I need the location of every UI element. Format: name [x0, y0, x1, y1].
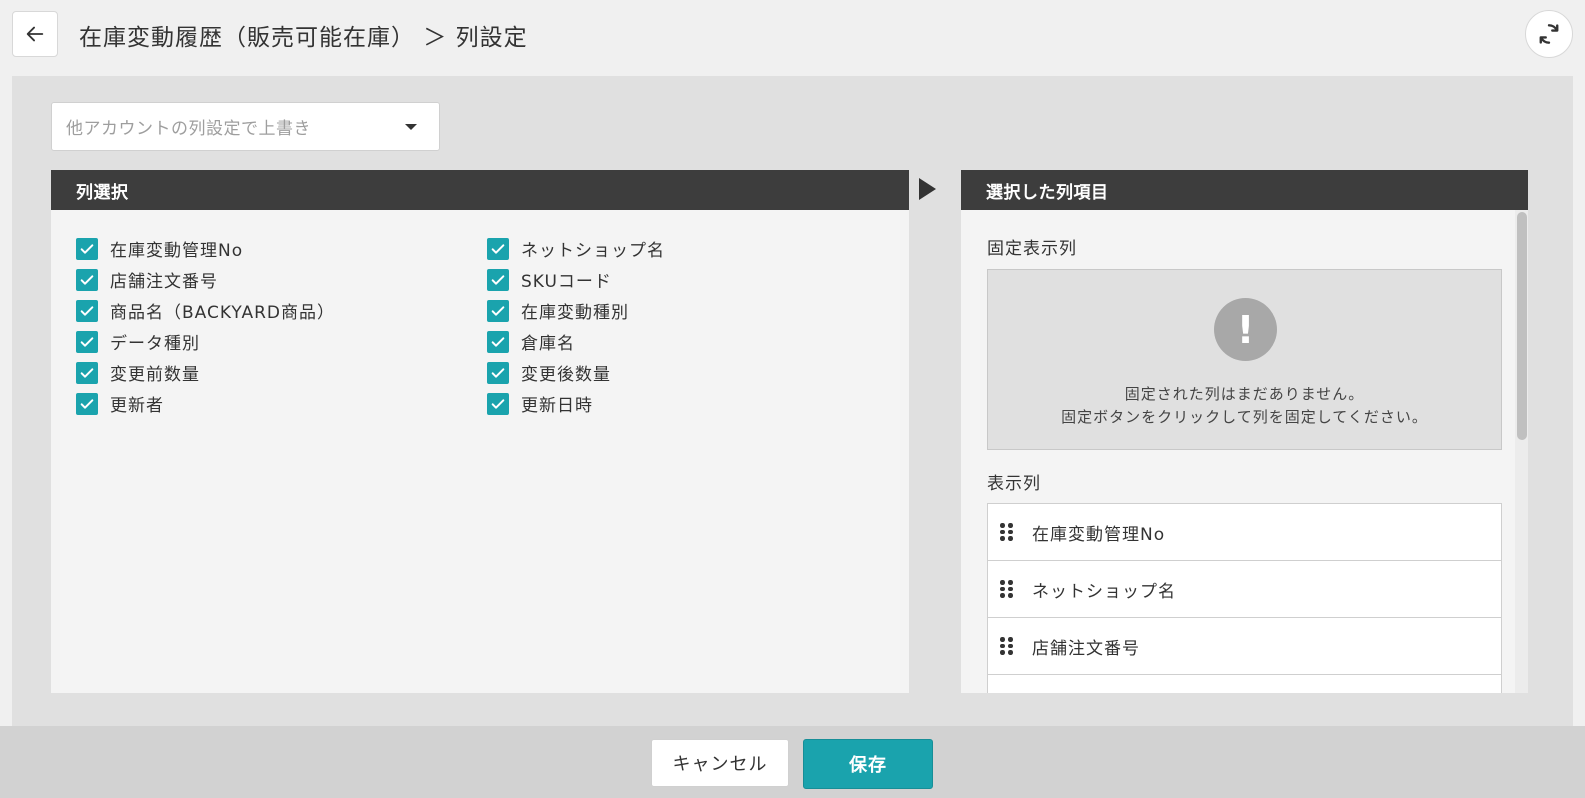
display-column-item[interactable]: 店舗注文番号	[987, 617, 1502, 675]
empty-state-message: 固定された列はまだありません。 固定ボタンをクリックして列を固定してください。	[988, 383, 1501, 429]
drag-handle-icon[interactable]	[1000, 523, 1013, 541]
checkbox-label: データ種別	[110, 334, 200, 354]
scrollbar-thumb[interactable]	[1517, 212, 1527, 440]
drag-handle-icon[interactable]	[1000, 637, 1013, 655]
checkbox-checked-icon[interactable]	[487, 237, 509, 260]
column-checkbox-item[interactable]: 在庫変動管理No	[76, 233, 476, 264]
empty-state-line-2: 固定ボタンをクリックして列を固定してください。	[1061, 408, 1428, 426]
empty-state-line-1: 固定された列はまだありません。	[1124, 385, 1365, 403]
checkbox-label: 在庫変動管理No	[110, 241, 244, 261]
checkbox-label: ネットショップ名	[521, 241, 665, 261]
checkbox-label: 変更後数量	[521, 365, 611, 385]
main-content: 他アカウントの列設定で上書き 列選択 在庫変動管理No 店舗注文番号 商品名（BAC…	[12, 76, 1573, 726]
column-select-title: 列選択	[51, 170, 909, 210]
cancel-button[interactable]: キャンセル	[651, 739, 789, 787]
checkbox-checked-icon[interactable]	[487, 330, 509, 353]
checkbox-checked-icon[interactable]	[76, 237, 98, 260]
checkbox-label: 商品名（BACKYARD商品）	[110, 303, 336, 323]
fixed-columns-empty-state: ! 固定された列はまだありません。 固定ボタンをクリックして列を固定してください…	[987, 269, 1502, 450]
checkbox-checked-icon[interactable]	[76, 299, 98, 322]
column-checkbox-item[interactable]: 在庫変動種別	[487, 295, 887, 326]
checkbox-checked-icon[interactable]	[487, 361, 509, 384]
display-column-item[interactable]: 在庫変動管理No	[987, 503, 1502, 561]
checkbox-checked-icon[interactable]	[487, 392, 509, 415]
refresh-icon	[1539, 24, 1559, 44]
display-columns-label: 表示列	[987, 474, 1041, 494]
checkbox-label: 更新日時	[521, 396, 593, 416]
move-right-arrow-icon	[919, 178, 936, 200]
column-checkbox-item[interactable]: 変更後数量	[487, 357, 887, 388]
exclamation-icon: !	[1214, 298, 1277, 361]
column-checkbox-item[interactable]: 変更前数量	[76, 357, 476, 388]
display-column-label: ネットショップ名	[1032, 581, 1176, 602]
display-column-item[interactable]: ネットショップ名	[987, 560, 1502, 618]
column-checkbox-item[interactable]: 商品名（BACKYARD商品）	[76, 295, 476, 326]
column-checkbox-item[interactable]: 倉庫名	[487, 326, 887, 357]
overwrite-select-placeholder: 他アカウントの列設定で上書き	[66, 119, 311, 139]
display-columns-list: 在庫変動管理No ネットショップ名 店舗注文番号	[987, 503, 1502, 693]
selected-columns-panel: 選択した列項目 固定表示列 ! 固定された列はまだありません。 固定ボタンをクリ…	[961, 170, 1528, 693]
page-header: 在庫変動履歴（販売可能在庫） ＞ 列設定	[0, 0, 1585, 76]
column-checkbox-list-right: ネットショップ名 SKUコード 在庫変動種別 倉庫名変更後数量更新日時	[487, 233, 887, 419]
fixed-columns-label: 固定表示列	[987, 239, 1077, 259]
checkbox-label: 在庫変動種別	[521, 303, 629, 323]
page-title: 在庫変動履歴（販売可能在庫） ＞ 列設定	[79, 25, 528, 51]
checkbox-checked-icon[interactable]	[76, 361, 98, 384]
column-checkbox-item[interactable]: ネットショップ名	[487, 233, 887, 264]
column-checkbox-item[interactable]: 更新者	[76, 388, 476, 419]
display-column-label: 在庫変動管理No	[1032, 524, 1166, 545]
display-column-label: 店舗注文番号	[1032, 638, 1140, 659]
caret-down-icon	[405, 124, 417, 130]
column-checkbox-list-left: 在庫変動管理No 店舗注文番号商品名（BACKYARD商品） データ種別変更前数量更…	[76, 233, 476, 419]
arrow-left-icon	[26, 26, 44, 42]
footer-bar: キャンセル 保存	[0, 726, 1585, 798]
checkbox-checked-icon[interactable]	[76, 392, 98, 415]
column-select-panel: 列選択 在庫変動管理No 店舗注文番号商品名（BACKYARD商品） データ種別変更…	[51, 170, 909, 693]
column-checkbox-item[interactable]: データ種別	[76, 326, 476, 357]
scrollbar[interactable]	[1515, 210, 1528, 693]
checkbox-label: 変更前数量	[110, 365, 200, 385]
column-checkbox-item[interactable]: 店舗注文番号	[76, 264, 476, 295]
display-column-item[interactable]	[987, 674, 1502, 693]
refresh-button[interactable]	[1525, 10, 1573, 58]
column-checkbox-item[interactable]: SKUコード	[487, 264, 887, 295]
checkbox-checked-icon[interactable]	[487, 268, 509, 291]
overwrite-account-select[interactable]: 他アカウントの列設定で上書き	[51, 102, 440, 151]
column-checkbox-item[interactable]: 更新日時	[487, 388, 887, 419]
save-button[interactable]: 保存	[803, 739, 933, 789]
checkbox-label: 更新者	[110, 396, 164, 416]
checkbox-checked-icon[interactable]	[487, 299, 509, 322]
back-button[interactable]	[12, 11, 58, 57]
drag-handle-icon[interactable]	[1000, 580, 1013, 598]
checkbox-label: 店舗注文番号	[110, 272, 218, 292]
checkbox-label: SKUコード	[521, 272, 612, 292]
checkbox-label: 倉庫名	[521, 334, 575, 354]
selected-columns-title: 選択した列項目	[961, 170, 1528, 210]
checkbox-checked-icon[interactable]	[76, 268, 98, 291]
checkbox-checked-icon[interactable]	[76, 330, 98, 353]
